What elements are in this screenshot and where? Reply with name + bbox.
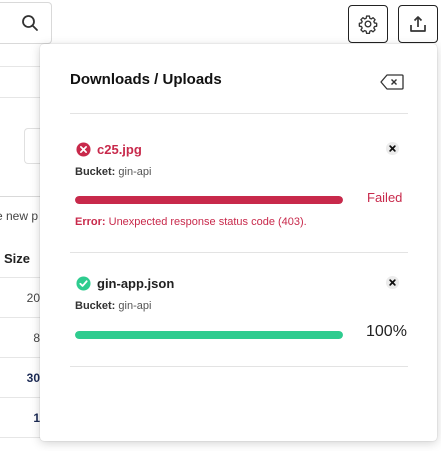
search-button[interactable] [0,2,52,44]
divider [0,97,40,98]
upload-icon [410,16,426,32]
progress-percent: 100% [366,323,407,340]
file-name: gin-app.json [97,275,175,291]
error-message: Error: Unexpected response status code (… [75,216,307,228]
progress-bar [75,331,343,339]
dismiss-item-button[interactable] [385,141,400,156]
progress-bar-fill [75,331,343,339]
panel-title: Downloads / Uploads [70,71,222,88]
clear-all-button[interactable] [380,74,404,90]
downloads-uploads-button[interactable] [398,5,438,43]
progress-bar-fill [75,196,343,204]
progress-bar [75,196,343,204]
table-row: 20 [0,278,40,318]
new-path-label: e new p [0,196,40,234]
table-row: 1 [0,398,40,438]
close-circle-icon [385,141,400,156]
backspace-clear-icon [380,74,404,90]
settings-button[interactable] [348,5,388,43]
dismiss-item-button[interactable] [385,275,400,290]
downloads-uploads-panel: Downloads / Uploads c25.jpg Bucket: gin-… [40,44,437,441]
close-circle-icon [385,275,400,290]
divider [70,366,408,367]
bucket-info: Bucket: gin-api [75,166,152,178]
status-text: Failed [367,190,403,205]
divider [70,113,408,114]
error-circle-icon [76,141,91,157]
bucket-info: Bucket: gin-api [75,300,152,312]
gear-icon [358,15,378,34]
search-icon [22,15,38,31]
table-row: 30 [0,358,40,398]
check-circle-icon [76,275,91,291]
divider [70,252,408,253]
file-name: c25.jpg [97,141,142,157]
table-row: 8 [0,318,40,358]
size-column-header[interactable]: Size [0,240,40,278]
divider [0,66,40,67]
